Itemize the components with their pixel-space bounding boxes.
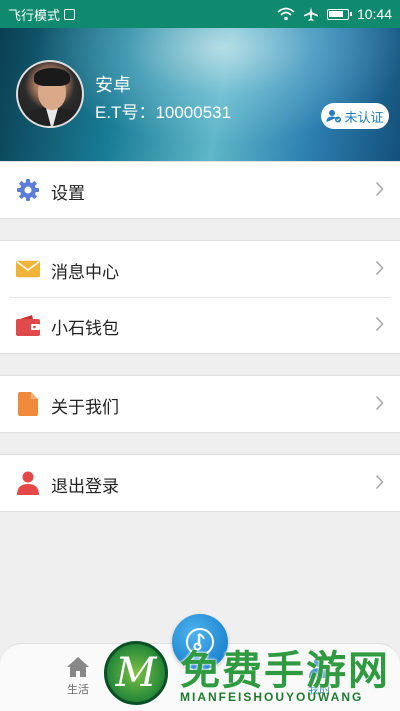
chevron-right-icon <box>375 474 384 490</box>
user-id: E.T号：10000531 <box>95 103 232 122</box>
menu-group-account: 消息中心 小石钱包 <box>0 240 400 354</box>
chevron-right-icon <box>375 181 384 197</box>
user-verify-icon <box>326 110 342 123</box>
airplane-mode-text: 飞行模式 <box>8 7 61 23</box>
airplane-icon <box>303 7 318 21</box>
menu-group-about: 关于我们 <box>0 375 400 433</box>
status-bar: 飞行模式 10:44 <box>0 0 400 28</box>
chevron-right-icon <box>375 316 384 332</box>
person-icon <box>16 471 40 495</box>
menu-item-label: 设置 <box>51 184 85 203</box>
verify-label: 未认证 <box>344 109 384 125</box>
nav-label: 生活 <box>67 684 89 696</box>
wallet-icon <box>16 313 40 337</box>
document-icon <box>16 392 40 416</box>
menu-group-settings: 设置 <box>0 161 400 219</box>
home-icon <box>67 657 89 677</box>
chevron-right-icon <box>375 395 384 411</box>
watermark-logo-letter: M <box>115 650 157 696</box>
status-time: 10:44 <box>356 6 392 22</box>
watermark-title: 免费手游网 <box>180 648 390 694</box>
menu-item-label: 关于我们 <box>51 398 119 417</box>
image-box-icon <box>64 8 76 20</box>
menu-item-wallet[interactable]: 小石钱包 <box>0 297 400 353</box>
envelope-icon <box>16 257 40 281</box>
menu-item-label: 退出登录 <box>51 477 119 496</box>
gear-icon <box>16 178 40 202</box>
menu-item-about[interactable]: 关于我们 <box>0 376 400 432</box>
wifi-icon <box>277 7 295 21</box>
menu-item-logout[interactable]: 退出登录 <box>0 455 400 511</box>
avatar[interactable] <box>16 60 84 128</box>
menu-item-label: 消息中心 <box>51 263 119 282</box>
verify-status-button[interactable]: 未认证 <box>321 103 389 129</box>
chevron-right-icon <box>375 260 384 276</box>
profile-header: 安卓 E.T号：10000531 未认证 <box>0 28 400 161</box>
nav-tab-life[interactable]: 生活 <box>66 656 90 697</box>
menu-item-label: 小石钱包 <box>51 319 119 338</box>
menu-group-logout: 退出登录 <box>0 454 400 512</box>
user-name: 安卓 <box>95 75 131 95</box>
watermark-subtitle: MIANFEISHOUYOUWANG <box>180 690 364 704</box>
watermark-logo: M <box>104 641 168 705</box>
battery-icon <box>326 8 352 20</box>
menu-item-messages[interactable]: 消息中心 <box>0 241 400 297</box>
menu-item-settings[interactable]: 设置 <box>0 162 400 218</box>
